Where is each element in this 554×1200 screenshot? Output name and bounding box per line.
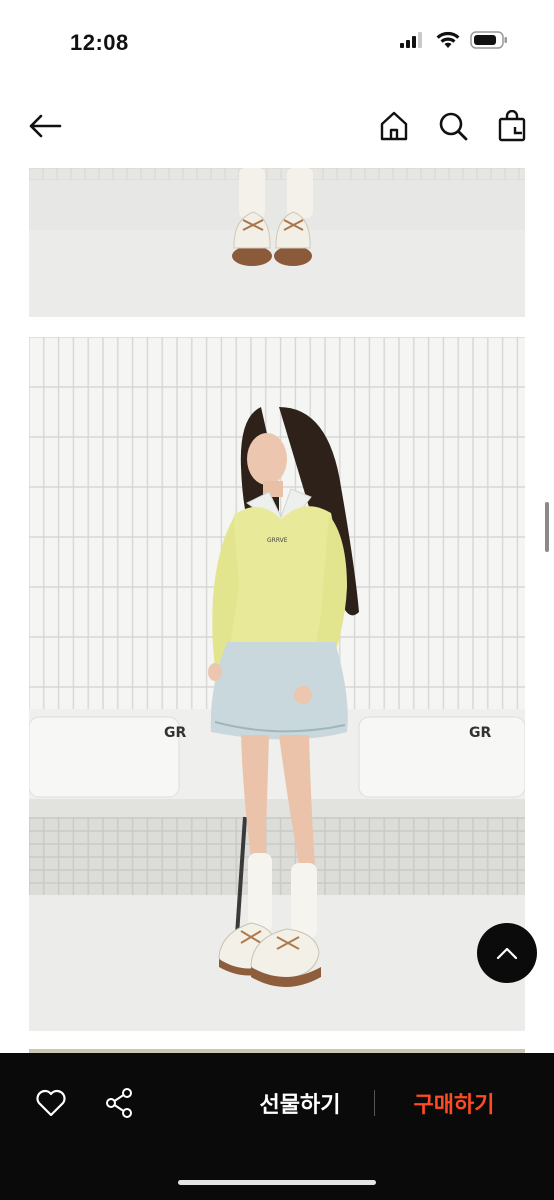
bottom-action-bar: 선물하기 구매하기	[0, 1053, 554, 1200]
scrollbar-thumb[interactable]	[545, 502, 549, 552]
share-button[interactable]	[99, 1083, 139, 1123]
button-divider	[374, 1090, 375, 1116]
battery-icon	[470, 31, 507, 49]
svg-text:GR: GR	[469, 725, 491, 741]
shopping-bag-icon	[498, 110, 526, 142]
shopping-bag-button[interactable]	[492, 106, 532, 146]
product-photo-shoes	[29, 168, 525, 317]
like-button[interactable]	[31, 1083, 71, 1123]
wifi-icon	[436, 31, 460, 48]
gift-button[interactable]: 선물하기	[240, 1083, 360, 1123]
svg-text:GR: GR	[164, 725, 186, 741]
signal-icon	[400, 32, 422, 48]
buy-button[interactable]: 구매하기	[394, 1083, 514, 1123]
status-icons	[400, 31, 508, 49]
heart-icon	[36, 1089, 66, 1117]
top-navigation	[0, 96, 554, 156]
home-icon	[380, 111, 408, 141]
search-button[interactable]	[433, 106, 473, 146]
back-button[interactable]	[25, 106, 65, 146]
back-arrow-icon	[29, 114, 62, 138]
home-button[interactable]	[374, 106, 414, 146]
scroll-to-top-button[interactable]	[477, 923, 537, 983]
status-bar: 12:08	[0, 0, 554, 84]
status-time: 12:08	[70, 30, 129, 55]
chevron-up-icon	[496, 947, 518, 960]
search-icon	[439, 112, 468, 141]
home-indicator	[178, 1180, 376, 1185]
svg-text:GRRVE: GRRVE	[267, 537, 288, 544]
share-icon	[106, 1088, 132, 1118]
product-photo-model-full: GR GR GRRVE	[29, 337, 525, 1031]
